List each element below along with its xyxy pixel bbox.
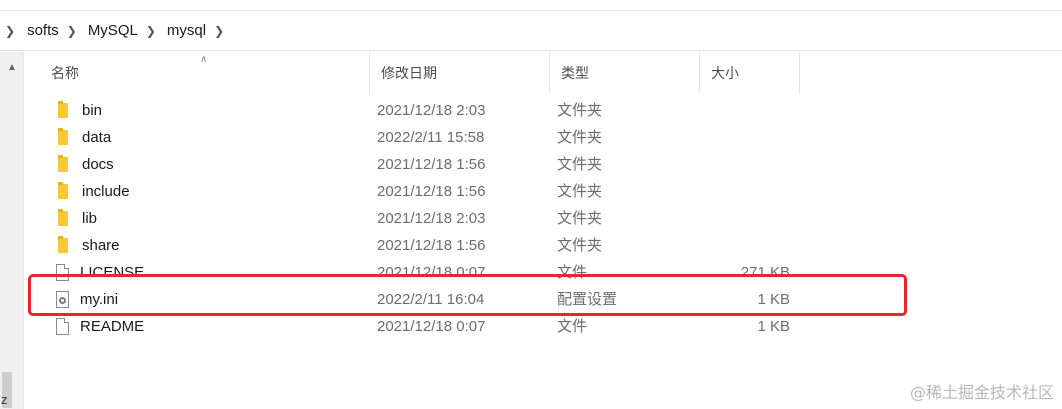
file-modified: 2021/12/18 1:56 bbox=[377, 237, 486, 254]
file-type: 文件 bbox=[557, 318, 588, 335]
file-name-cell: LICENSE bbox=[54, 259, 144, 286]
file-type: 文件夹 bbox=[557, 156, 603, 173]
file-modified: 2021/12/18 0:07 bbox=[377, 264, 486, 281]
folder-icon bbox=[58, 236, 68, 253]
file-size bbox=[700, 232, 790, 259]
ini-settings-icon bbox=[56, 291, 69, 308]
folder-icon bbox=[58, 209, 68, 226]
file-row-docs[interactable]: docs 2021/12/18 1:56 文件夹 bbox=[40, 151, 840, 178]
file-type: 配置设置 bbox=[557, 291, 618, 308]
file-name: lib bbox=[82, 210, 98, 227]
file-name-cell: my.ini bbox=[54, 286, 118, 313]
file-name-cell: share bbox=[54, 232, 120, 259]
column-header-name[interactable]: 名称 ∧ bbox=[40, 52, 370, 94]
file-explorer-window: ❯ softs ❯ MySQL ❯ mysql ❯ ▲ z 名称 ∧ 修改日期 … bbox=[0, 0, 1062, 409]
scroll-up-arrow-icon[interactable]: ▲ bbox=[7, 62, 17, 73]
file-icon bbox=[56, 318, 69, 335]
breadcrumb-mysql-current[interactable]: mysql bbox=[165, 22, 208, 39]
chevron-right-icon[interactable]: ❯ bbox=[5, 24, 15, 38]
file-name: bin bbox=[82, 102, 103, 119]
column-header-type[interactable]: 类型 bbox=[550, 52, 700, 94]
file-size bbox=[700, 151, 790, 178]
file-size: 1 KB bbox=[757, 291, 790, 308]
file-name: my.ini bbox=[80, 291, 119, 308]
file-name-cell: data bbox=[54, 124, 111, 151]
vertical-scrollbar[interactable]: ▲ z bbox=[0, 52, 24, 409]
file-list: bin 2021/12/18 2:03 文件夹 data 2022/2/11 1… bbox=[40, 97, 840, 340]
column-header-size[interactable]: 大小 bbox=[700, 52, 800, 94]
breadcrumb-mysql-parent[interactable]: MySQL bbox=[86, 22, 140, 39]
file-size bbox=[700, 205, 790, 232]
file-type: 文件夹 bbox=[557, 237, 603, 254]
file-modified: 2021/12/18 2:03 bbox=[377, 102, 486, 119]
file-row-include[interactable]: include 2021/12/18 1:56 文件夹 bbox=[40, 178, 840, 205]
file-name: LICENSE bbox=[80, 264, 145, 281]
chevron-right-icon[interactable]: ❯ bbox=[214, 24, 224, 38]
file-type: 文件夹 bbox=[557, 102, 603, 119]
folder-icon bbox=[58, 155, 68, 172]
file-name-cell: docs bbox=[54, 151, 114, 178]
file-name: README bbox=[80, 318, 145, 335]
file-modified: 2021/12/18 2:03 bbox=[377, 210, 486, 227]
file-name: docs bbox=[82, 156, 114, 173]
column-header-modified[interactable]: 修改日期 bbox=[370, 52, 550, 94]
folder-icon bbox=[58, 101, 68, 118]
column-header-row: 名称 ∧ 修改日期 类型 大小 bbox=[40, 52, 800, 94]
file-name-cell: bin bbox=[54, 97, 102, 124]
file-size bbox=[700, 124, 790, 151]
file-modified: 2021/12/18 1:56 bbox=[377, 156, 486, 173]
file-name-cell: README bbox=[54, 313, 144, 340]
file-row-lib[interactable]: lib 2021/12/18 2:03 文件夹 bbox=[40, 205, 840, 232]
file-name-cell: lib bbox=[54, 205, 97, 232]
file-name-cell: include bbox=[54, 178, 130, 205]
column-header-modified-label: 修改日期 bbox=[381, 65, 437, 81]
folder-icon bbox=[58, 182, 68, 199]
file-modified: 2021/12/18 1:56 bbox=[377, 183, 486, 200]
file-row-my-ini[interactable]: my.ini 2022/2/11 16:04 配置设置 1 KB bbox=[40, 286, 840, 313]
file-row-data[interactable]: data 2022/2/11 15:58 文件夹 bbox=[40, 124, 840, 151]
file-modified: 2021/12/18 0:07 bbox=[377, 318, 486, 335]
file-size: 271 KB bbox=[740, 264, 790, 281]
file-type: 文件夹 bbox=[557, 210, 603, 227]
file-icon bbox=[56, 264, 69, 281]
file-type: 文件 bbox=[557, 264, 588, 281]
file-name: data bbox=[82, 129, 112, 146]
file-row-share[interactable]: share 2021/12/18 1:56 文件夹 bbox=[40, 232, 840, 259]
column-header-name-label: 名称 bbox=[51, 65, 79, 81]
file-row-license[interactable]: LICENSE 2021/12/18 0:07 文件 271 KB bbox=[40, 259, 840, 286]
file-type: 文件夹 bbox=[557, 183, 603, 200]
file-size: 1 KB bbox=[757, 318, 790, 335]
file-type: 文件夹 bbox=[557, 129, 603, 146]
file-name: include bbox=[82, 183, 130, 200]
column-header-size-label: 大小 bbox=[711, 65, 739, 81]
clipped-edge-text: z bbox=[1, 392, 8, 407]
watermark: @稀土掘金技术社区 bbox=[909, 383, 1054, 402]
file-row-readme[interactable]: README 2021/12/18 0:07 文件 1 KB bbox=[40, 313, 840, 340]
address-bar[interactable]: ❯ softs ❯ MySQL ❯ mysql ❯ bbox=[0, 10, 1062, 51]
file-size bbox=[700, 178, 790, 205]
sort-ascending-icon: ∧ bbox=[200, 54, 208, 65]
file-name: share bbox=[82, 237, 120, 254]
chevron-right-icon[interactable]: ❯ bbox=[146, 24, 156, 38]
file-modified: 2022/2/11 16:04 bbox=[377, 291, 485, 308]
folder-icon bbox=[58, 128, 68, 145]
file-size bbox=[700, 97, 790, 124]
breadcrumb-softs[interactable]: softs bbox=[25, 22, 61, 39]
file-row-bin[interactable]: bin 2021/12/18 2:03 文件夹 bbox=[40, 97, 840, 124]
file-modified: 2022/2/11 15:58 bbox=[377, 129, 485, 146]
chevron-right-icon[interactable]: ❯ bbox=[67, 24, 77, 38]
column-header-type-label: 类型 bbox=[561, 65, 589, 81]
